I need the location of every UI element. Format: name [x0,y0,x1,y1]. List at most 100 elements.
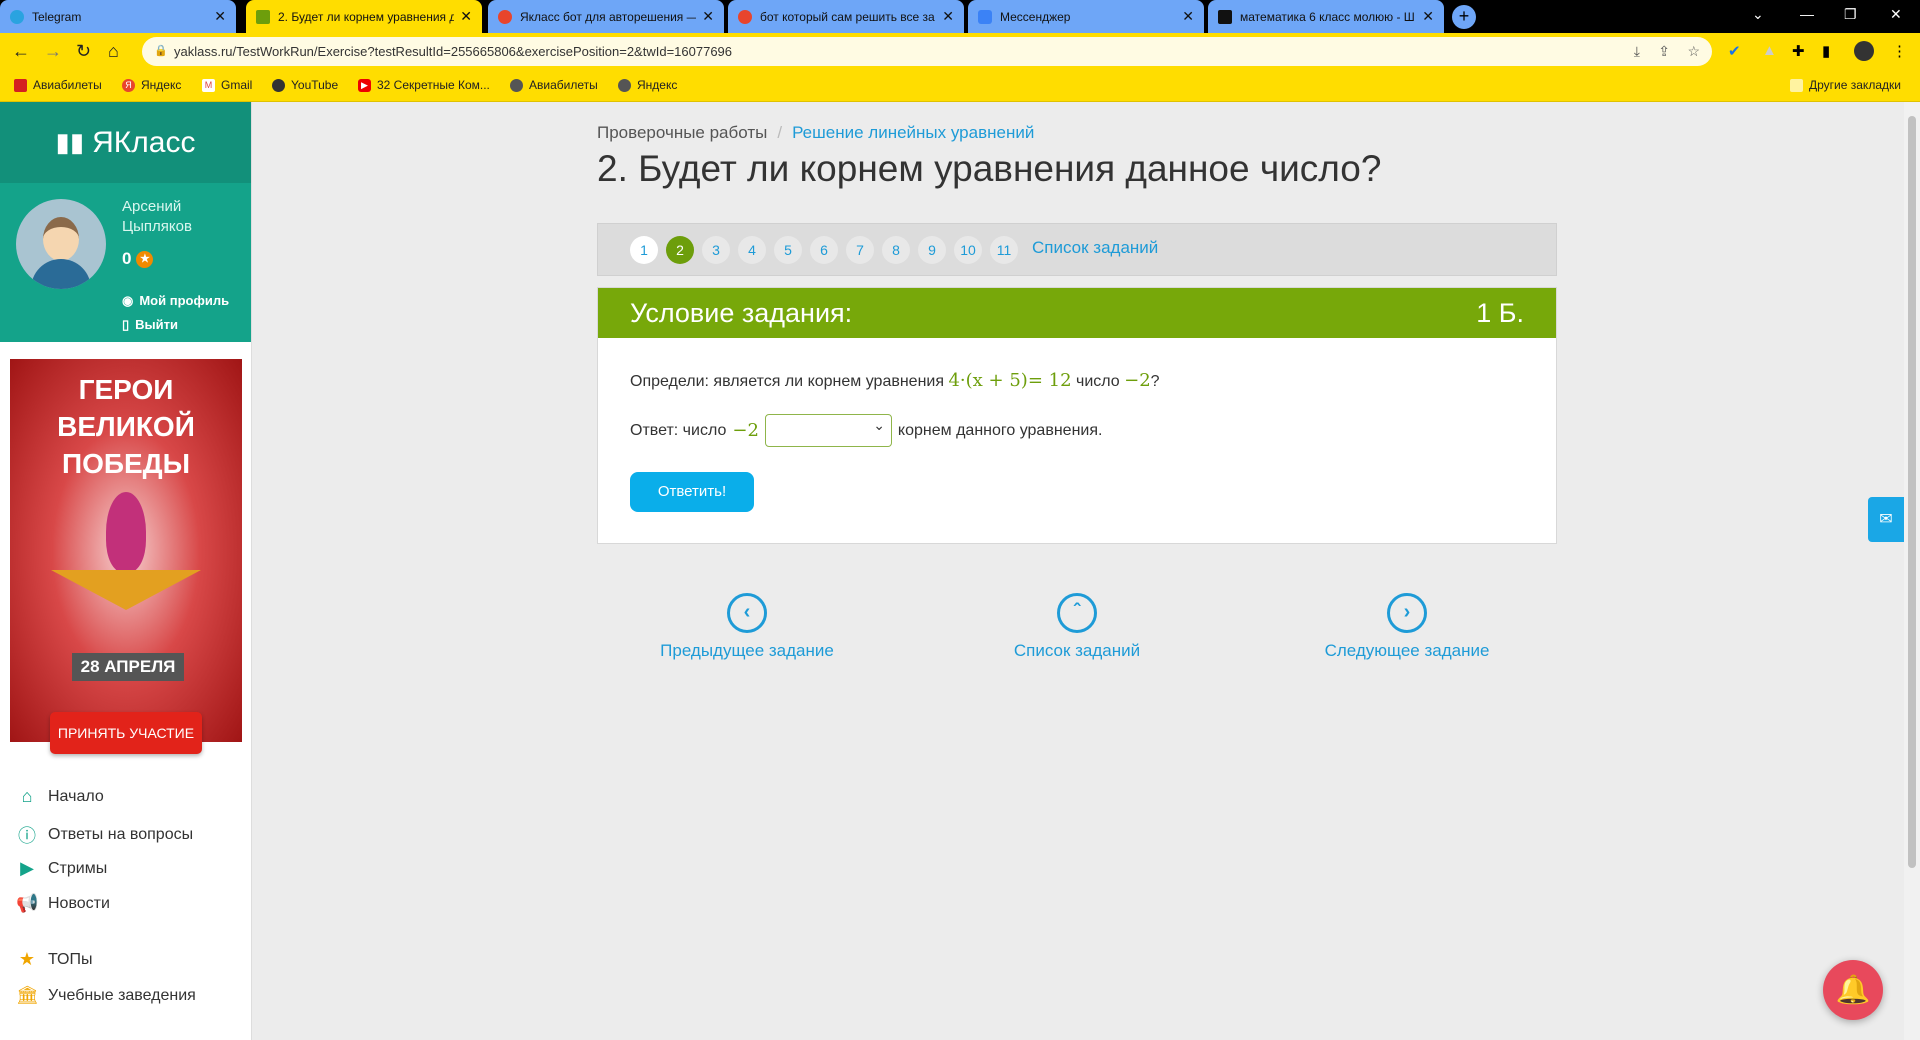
folder-icon [1790,78,1803,92]
star-icon: ★ [136,250,154,268]
banner-cta-button[interactable]: ПРИНЯТЬ УЧАСТИЕ [50,712,202,754]
page-2[interactable]: 2 [666,236,694,264]
home-icon[interactable]: ⌂ [108,41,119,62]
task-list-button[interactable]: ˆ Список заданий [977,593,1177,661]
sidebar-item-label: Новости [48,894,110,912]
bookmark-item[interactable]: M Gmail [202,78,252,92]
page-3[interactable]: 3 [702,236,730,264]
answer-select[interactable] [764,414,892,447]
prev-task-button[interactable]: ‹ Предыдущее задание [647,593,847,661]
address-bar[interactable]: 🔒 yaklass.ru/TestWorkRun/Exercise?testRes… [142,37,1712,66]
close-icon[interactable]: ✕ [702,8,714,25]
task-list-label: Список заданий [1013,641,1141,660]
bookmark-item[interactable]: Я Яндекс [122,78,181,92]
question-middle: число [1075,373,1120,390]
submit-answer-button[interactable]: Ответить! [630,472,754,512]
page-7[interactable]: 7 [846,236,874,264]
tab-label: 2. Будет ли корнем уравнения д [278,9,455,24]
side-panel-icon[interactable]: ▮ [1822,42,1830,60]
scrollbar[interactable] [1904,102,1920,1040]
promo-banner[interactable]: ГЕРОИ ВЕЛИКОЙ ПОБЕДЫ 28 АПРЕЛЯ ПРИНЯТЬ У… [10,359,242,754]
page-4[interactable]: 4 [738,236,766,264]
bookmark-item[interactable]: Авиабилеты [510,78,598,92]
next-task-button[interactable]: › Следующее задание [1307,593,1507,661]
tab-yaklass[interactable]: 2. Будет ли корнем уравнения д ✕ [246,0,482,33]
my-profile-link[interactable]: ◉ Мой профиль [122,293,229,309]
extension-icon[interactable]: ▲ [1762,42,1777,59]
sidebar-item-label: ТОПы [48,950,93,968]
extensions-puzzle-icon[interactable]: ✚ [1792,42,1805,60]
bookmark-item[interactable]: Яндекс [618,78,677,92]
question-prefix: Определи: является ли корнем уравнения [630,373,945,390]
bookmark-item[interactable]: Авиабилеты [14,78,102,92]
close-icon[interactable]: ✕ [460,8,472,25]
tab-label: Telegram [32,9,82,24]
tab-yandex-2[interactable]: бот который сам решить все за ✕ [728,0,964,33]
sidebar-item-institutions[interactable]: 🏛 Учебные заведения [16,985,196,1006]
page-title: 2. Будет ли корнем уравнения данное числ… [597,148,1382,189]
tab-telegram[interactable]: Telegram ✕ [0,0,236,33]
globe-icon [618,78,631,92]
install-icon[interactable]: ⤓ [1634,37,1640,66]
bookmark-item[interactable]: YouTube [272,78,338,92]
share-icon[interactable]: ⇪ [1658,37,1670,66]
tab-bar: Telegram ✕ 2. Будет ли корнем уравнения д… [0,0,1920,33]
breadcrumb-item[interactable]: Проверочные работы [597,123,767,142]
close-icon[interactable]: ✕ [1422,8,1434,25]
sidebar-item-home[interactable]: ⌂ Начало [16,786,104,807]
page-10[interactable]: 10 [954,236,982,264]
notifications-button[interactable]: 🔔 [1823,960,1883,1020]
feedback-mail-button[interactable]: ✉ [1868,497,1904,542]
other-bookmarks[interactable]: Другие закладки [1790,78,1901,92]
envelope-icon: ✉ [1879,511,1893,528]
new-tab-button[interactable]: + [1452,5,1476,29]
extension-icon[interactable]: ✔ [1728,42,1741,60]
home-icon: ⌂ [21,786,33,806]
tab-znanija[interactable]: математика 6 класс молюю - Ш ✕ [1208,0,1444,33]
sidebar-item-streams[interactable]: ▶ Стримы [16,858,107,879]
logout-link[interactable]: ▯ Выйти [122,317,178,333]
tab-yandex-1[interactable]: Якласс бот для авторешения — ✕ [488,0,724,33]
sidebar-item-news[interactable]: 📢 Новости [16,893,110,914]
scrollbar-thumb[interactable] [1908,116,1916,868]
task-header-title: Условие задания: [630,298,853,328]
tab-search-icon[interactable]: ⌄ [1752,6,1764,23]
close-window-button[interactable]: ✕ [1890,6,1902,23]
page-1[interactable]: 1 [630,236,658,264]
page-6[interactable]: 6 [810,236,838,264]
globe-icon [510,78,523,92]
bookmark-label: YouTube [291,78,339,92]
close-icon[interactable]: ✕ [214,8,226,25]
menu-dots-icon[interactable]: ⋮ [1892,42,1907,60]
sidebar-item-answers[interactable]: ⓘ Ответы на вопросы [16,822,193,848]
sidebar-item-tops[interactable]: ★ ТОПы [16,949,93,970]
task-list-link[interactable]: Список заданий [1032,238,1158,258]
tab-messenger[interactable]: Мессенджер ✕ [968,0,1204,33]
bookmark-star-icon[interactable]: ☆ [1687,37,1700,66]
question-end: ? [1150,373,1160,390]
back-icon[interactable]: ← [12,41,30,62]
chevron-right-icon: › [1387,593,1427,633]
logo[interactable]: ▮▮ ЯКласс [0,102,251,183]
reload-icon[interactable]: ↻ [76,41,91,62]
lock-icon: 🔒 [154,45,168,57]
close-icon[interactable]: ✕ [942,8,954,25]
youtube-icon [272,78,285,92]
page-8[interactable]: 8 [882,236,910,264]
chevron-up-icon: ˆ [1057,593,1097,633]
telegram-icon [10,9,24,24]
page-9[interactable]: 9 [918,236,946,264]
bookmark-item[interactable]: ▶ 32 Секретные Ком... [358,78,490,92]
minimize-button[interactable]: — [1800,6,1814,22]
exercise-pager: 1 2 3 4 5 6 7 8 9 10 11 Список заданий [597,223,1557,276]
restore-button[interactable]: ❐ [1844,6,1857,23]
avatar[interactable] [16,199,106,289]
equation: 4·(x + 5)= 12 [948,370,1072,391]
page-5[interactable]: 5 [774,236,802,264]
profile-avatar-icon[interactable] [1854,41,1874,61]
user-circle-icon: ◉ [122,293,134,308]
close-icon[interactable]: ✕ [1182,8,1194,25]
page-11[interactable]: 11 [990,236,1018,264]
forward-icon[interactable]: → [44,41,62,62]
breadcrumb-link[interactable]: Решение линейных уравнений [792,123,1034,142]
